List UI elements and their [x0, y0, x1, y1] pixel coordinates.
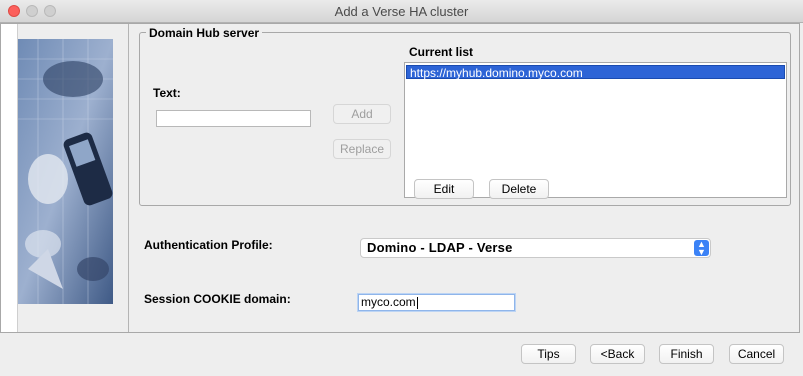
- cookie-domain-input[interactable]: myco.com: [358, 294, 515, 311]
- auth-profile-select[interactable]: Domino - LDAP - Verse ▲ ▼: [360, 238, 711, 258]
- panel-divider: [128, 24, 129, 332]
- cancel-button[interactable]: Cancel: [729, 344, 784, 364]
- text-input[interactable]: [156, 110, 311, 127]
- replace-button[interactable]: Replace: [333, 139, 391, 159]
- text-caret: [416, 296, 418, 309]
- footer-bar: Tips <Back Finish Cancel: [0, 333, 803, 376]
- domain-hub-group-title: Domain Hub server: [146, 26, 263, 40]
- decorative-side-image: [18, 39, 113, 304]
- edit-button[interactable]: Edit: [414, 179, 474, 199]
- auth-profile-value: Domino - LDAP - Verse: [367, 240, 513, 255]
- back-button[interactable]: <Back: [590, 344, 645, 364]
- add-button[interactable]: Add: [333, 104, 391, 124]
- delete-button[interactable]: Delete: [489, 179, 549, 199]
- title-bar: Add a Verse HA cluster: [0, 0, 803, 23]
- window-title: Add a Verse HA cluster: [334, 4, 469, 19]
- current-list-label: Current list: [409, 45, 474, 59]
- tips-button[interactable]: Tips: [521, 344, 576, 364]
- left-margin-strip: [1, 24, 18, 332]
- finish-button[interactable]: Finish: [659, 344, 714, 364]
- text-label: Text:: [153, 86, 181, 100]
- current-list[interactable]: https://myhub.domino.myco.com: [404, 62, 787, 198]
- auth-profile-label: Authentication Profile:: [144, 238, 273, 252]
- list-item[interactable]: https://myhub.domino.myco.com: [406, 65, 785, 80]
- dialog-content: Domain Hub server Text: Add Replace Curr…: [0, 23, 803, 376]
- cookie-domain-value: myco.com: [361, 295, 416, 309]
- main-panel: Domain Hub server Text: Add Replace Curr…: [0, 23, 800, 333]
- cookie-domain-label: Session COOKIE domain:: [144, 292, 291, 306]
- chevron-updown-icon: ▲ ▼: [694, 240, 709, 257]
